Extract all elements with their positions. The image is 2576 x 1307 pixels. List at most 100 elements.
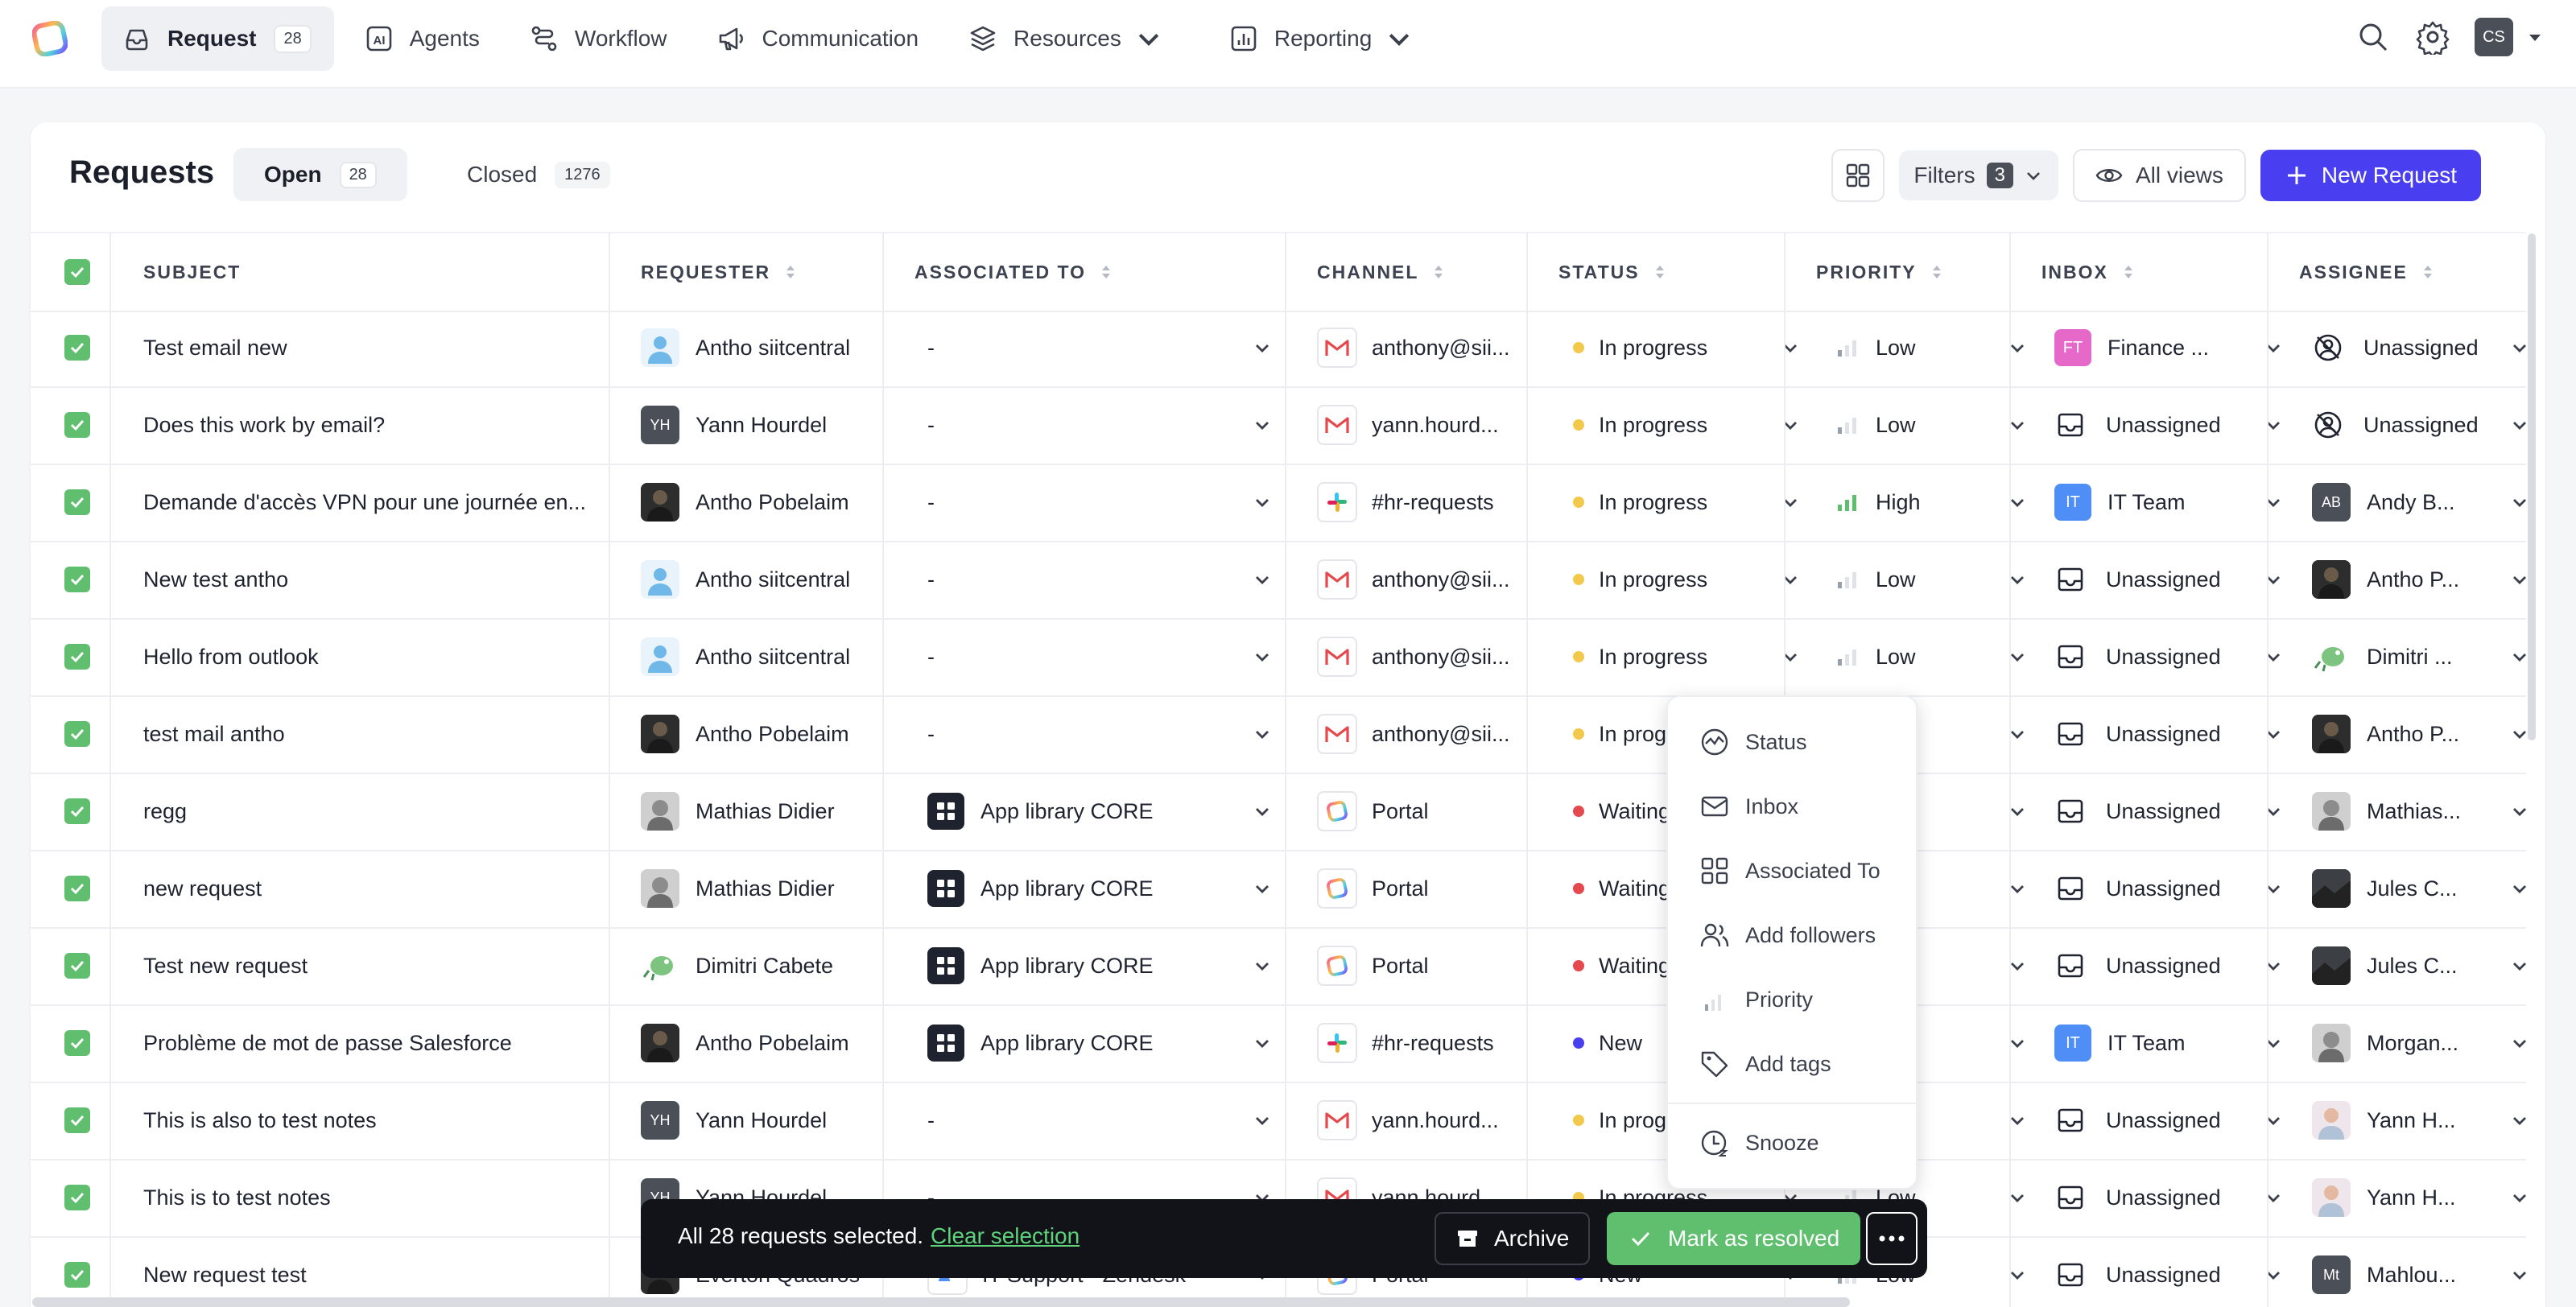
cell-channel[interactable]: Portal xyxy=(1317,773,1528,850)
nav-reporting[interactable]: Reporting xyxy=(1208,6,1449,71)
table-row[interactable]: Test new request Dimitri Cabete App librar… xyxy=(31,927,2526,1006)
vertical-scrollbar[interactable] xyxy=(2528,233,2536,740)
col-assignee[interactable]: ASSIGNEE xyxy=(2299,233,2437,311)
cell-assignee[interactable]: Morgan... xyxy=(2312,1004,2489,1082)
app-logo-icon[interactable] xyxy=(32,21,68,56)
cell-priority[interactable]: Low xyxy=(1837,386,1974,464)
cell-assignee[interactable]: Dimitri ... xyxy=(2312,618,2489,695)
chevron-down-icon[interactable] xyxy=(1251,1032,1274,1054)
table-row[interactable]: New test antho Antho siitcentral - anthony@… xyxy=(31,541,2526,620)
cell-subject[interactable]: Problème de mot de passe Salesforce xyxy=(143,1004,594,1082)
horizontal-scrollbar[interactable] xyxy=(32,1297,1850,1307)
cell-channel[interactable]: #hr-requests xyxy=(1317,1004,1528,1082)
col-associated-to[interactable]: ASSOCIATED TO xyxy=(914,233,1115,311)
chevron-down-icon[interactable] xyxy=(2262,877,2285,900)
cell-status[interactable]: In progress xyxy=(1573,464,1734,541)
row-checkbox[interactable] xyxy=(64,1004,90,1082)
row-checkbox[interactable] xyxy=(64,541,90,618)
col-status[interactable]: STATUS xyxy=(1558,233,1669,311)
cell-assignee[interactable]: Jules C... xyxy=(2312,850,2489,927)
nav-agents[interactable]: AI Agents xyxy=(344,6,499,71)
chevron-down-icon[interactable] xyxy=(2262,1032,2285,1054)
filters-button[interactable]: Filters 3 xyxy=(1899,150,2058,200)
cell-associated-to[interactable]: App library CORE xyxy=(927,773,1249,850)
col-inbox[interactable]: INBOX xyxy=(2041,233,2137,311)
cell-inbox[interactable]: Unassigned xyxy=(2054,927,2240,1004)
cell-inbox[interactable]: Unassigned xyxy=(2054,1082,2240,1159)
cell-requester[interactable]: YH Yann Hourdel xyxy=(641,386,882,464)
col-priority[interactable]: PRIORITY xyxy=(1816,233,1946,311)
nav-workflow[interactable]: Workflow xyxy=(509,6,687,71)
cell-status[interactable]: In progress xyxy=(1573,386,1734,464)
cell-subject[interactable]: Test new request xyxy=(143,927,594,1004)
cell-channel[interactable]: yann.hourd... xyxy=(1317,1082,1528,1159)
more-actions-button[interactable] xyxy=(1866,1212,1918,1265)
row-checkbox[interactable] xyxy=(64,464,90,541)
menu-item-associated-to[interactable]: Associated To xyxy=(1699,847,1880,895)
cell-requester[interactable]: Antho siitcentral xyxy=(641,618,882,695)
cell-subject[interactable]: This is to test notes xyxy=(143,1159,594,1236)
gear-icon[interactable] xyxy=(2415,19,2450,55)
cell-requester[interactable]: Mathias Didier xyxy=(641,850,882,927)
chevron-down-icon[interactable] xyxy=(2262,491,2285,513)
menu-item-add-followers[interactable]: Add followers xyxy=(1699,911,1876,959)
cell-priority[interactable]: Low xyxy=(1837,309,1974,386)
cell-requester[interactable]: Antho siitcentral xyxy=(641,541,882,618)
cell-associated-to[interactable]: - xyxy=(927,309,1249,386)
chevron-down-icon[interactable] xyxy=(2262,954,2285,977)
cell-inbox[interactable]: IT IT Team xyxy=(2054,1004,2240,1082)
tab-open[interactable]: Open 28 xyxy=(233,148,407,201)
chevron-down-icon[interactable] xyxy=(2262,1264,2285,1286)
cell-assignee[interactable]: Yann H... xyxy=(2312,1159,2489,1236)
cell-inbox[interactable]: Unassigned xyxy=(2054,773,2240,850)
col-requester[interactable]: REQUESTER xyxy=(641,233,799,311)
cell-assignee[interactable]: Mathias... xyxy=(2312,773,2489,850)
cell-channel[interactable]: anthony@sii... xyxy=(1317,309,1528,386)
all-views-button[interactable]: All views xyxy=(2072,149,2246,202)
cell-subject[interactable]: New test antho xyxy=(143,541,594,618)
cell-channel[interactable]: anthony@sii... xyxy=(1317,695,1528,773)
cell-assignee[interactable]: Unassigned xyxy=(2312,309,2489,386)
cell-channel[interactable]: Portal xyxy=(1317,850,1528,927)
chevron-down-icon[interactable] xyxy=(2262,414,2285,436)
row-checkbox[interactable] xyxy=(64,309,90,386)
cell-priority[interactable]: High xyxy=(1837,464,1974,541)
cell-channel[interactable]: anthony@sii... xyxy=(1317,541,1528,618)
chevron-down-icon[interactable] xyxy=(1251,414,1274,436)
caret-down-icon[interactable] xyxy=(2526,28,2544,46)
cell-inbox[interactable]: FT Finance ... xyxy=(2054,309,2240,386)
chevron-down-icon[interactable] xyxy=(2508,877,2531,900)
nav-communication[interactable]: Communication xyxy=(696,6,939,71)
chevron-down-icon[interactable] xyxy=(1251,336,1274,359)
chevron-down-icon[interactable] xyxy=(1251,954,1274,977)
table-row[interactable]: Test email new Antho siitcentral - anthony@… xyxy=(31,309,2526,388)
cell-assignee[interactable]: Mt Mahlou... xyxy=(2312,1236,2489,1307)
chevron-down-icon[interactable] xyxy=(1251,645,1274,668)
row-checkbox[interactable] xyxy=(64,773,90,850)
chevron-down-icon[interactable] xyxy=(2508,800,2531,823)
cell-assignee[interactable]: Unassigned xyxy=(2312,386,2489,464)
archive-button[interactable]: Archive xyxy=(1435,1212,1591,1265)
table-row[interactable]: test mail antho Antho Pobelaim - anthony@si… xyxy=(31,695,2526,774)
cell-status[interactable]: In progress xyxy=(1573,309,1734,386)
cell-requester[interactable]: Antho Pobelaim xyxy=(641,695,882,773)
cell-requester[interactable]: Dimitri Cabete xyxy=(641,927,882,1004)
cell-associated-to[interactable]: - xyxy=(927,464,1249,541)
cell-requester[interactable]: Antho Pobelaim xyxy=(641,1004,882,1082)
user-avatar[interactable]: CS xyxy=(2475,18,2513,56)
menu-item-add-tags[interactable]: Add tags xyxy=(1699,1040,1831,1088)
row-checkbox[interactable] xyxy=(64,1159,90,1236)
cell-associated-to[interactable]: App library CORE xyxy=(927,850,1249,927)
cell-inbox[interactable]: Unassigned xyxy=(2054,618,2240,695)
cell-subject[interactable]: regg xyxy=(143,773,594,850)
chevron-down-icon[interactable] xyxy=(2508,954,2531,977)
cell-subject[interactable]: Test email new xyxy=(143,309,594,386)
chevron-down-icon[interactable] xyxy=(2262,568,2285,591)
row-checkbox[interactable] xyxy=(64,386,90,464)
chevron-down-icon[interactable] xyxy=(1779,568,1802,591)
cell-assignee[interactable]: Antho P... xyxy=(2312,695,2489,773)
cell-subject[interactable]: New request test xyxy=(143,1236,594,1307)
cell-subject[interactable]: new request xyxy=(143,850,594,927)
menu-item-status[interactable]: Status xyxy=(1699,718,1807,766)
chevron-down-icon[interactable] xyxy=(1251,877,1274,900)
